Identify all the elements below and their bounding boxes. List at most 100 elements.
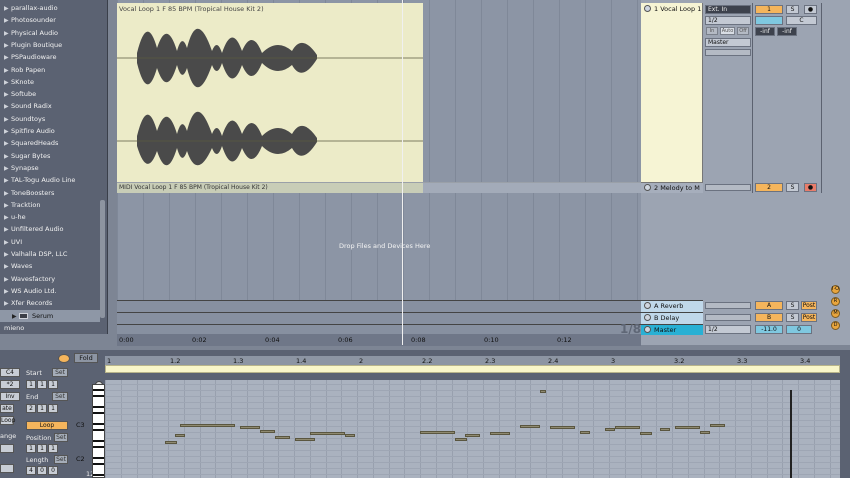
browser-item[interactable]: ▶ Synapse: [0, 162, 100, 174]
midi-note[interactable]: [295, 438, 315, 441]
browser-item[interactable]: ▶ WS Audio Ltd.: [0, 285, 100, 297]
track2-number[interactable]: 2: [755, 183, 783, 192]
end-sixteenth[interactable]: 1: [48, 404, 58, 413]
start-beat[interactable]: 1: [37, 380, 47, 389]
expand-icon[interactable]: ▶: [4, 237, 11, 248]
mixer-toggle[interactable]: M: [831, 309, 840, 318]
return-b-lane[interactable]: [117, 312, 641, 324]
delay-toggle[interactable]: D: [831, 321, 840, 330]
midi-note[interactable]: [345, 434, 355, 437]
io-toggle[interactable]: I·O: [831, 285, 840, 294]
midi-note[interactable]: [240, 426, 260, 429]
track2-lane[interactable]: [423, 182, 641, 193]
browser-item[interactable]: ▶ Sound Radix: [0, 100, 100, 112]
track2-title[interactable]: 2 Melody to M: [641, 184, 703, 192]
track1-solo[interactable]: S: [786, 5, 799, 14]
expand-icon[interactable]: ▶: [4, 151, 11, 162]
loop-end-marker[interactable]: [790, 390, 792, 478]
browser-scrollbar[interactable]: [100, 200, 105, 318]
browser-item[interactable]: ▶ SKnote: [0, 76, 100, 88]
return-b-io[interactable]: [705, 314, 751, 321]
position-sixteenth[interactable]: 1: [48, 444, 58, 453]
browser-item[interactable]: ▶ Soundtoys: [0, 113, 100, 125]
position-bar[interactable]: 1: [26, 444, 36, 453]
return-b-title[interactable]: B Delay: [641, 314, 703, 322]
browser-item[interactable]: ▶ PSPaudioware: [0, 51, 100, 63]
browser-item[interactable]: ▶ Tracktion: [0, 199, 100, 211]
browser-item[interactable]: ▶ Xfer Records: [0, 297, 100, 309]
start-set-button[interactable]: Set: [52, 368, 68, 377]
browser-item[interactable]: mieno: [0, 322, 100, 330]
browser-item[interactable]: ▶ u-he: [0, 211, 100, 223]
expand-icon[interactable]: ▶: [4, 224, 11, 235]
expand-icon[interactable]: ▶: [4, 65, 11, 76]
master-pan[interactable]: 0: [786, 325, 812, 334]
fold-button[interactable]: Fold: [74, 353, 98, 363]
master-title[interactable]: Master: [641, 326, 703, 334]
midi-note[interactable]: [310, 432, 345, 435]
play-icon[interactable]: [644, 326, 651, 333]
position-set-button[interactable]: Set: [54, 433, 68, 442]
master-channel[interactable]: 1/2: [705, 325, 751, 334]
midi-note[interactable]: [420, 431, 455, 434]
play-icon[interactable]: [644, 314, 651, 321]
midi-note[interactable]: [180, 424, 235, 427]
output-select[interactable]: Master: [705, 38, 751, 47]
expand-icon[interactable]: ▶: [4, 163, 11, 174]
return-b-post[interactable]: Post: [801, 313, 817, 322]
expand-icon[interactable]: ▶: [4, 114, 11, 125]
clip-activator[interactable]: [58, 354, 70, 363]
audio-clip[interactable]: [117, 3, 423, 182]
input-type-select[interactable]: Ext. In: [705, 5, 751, 14]
length-bar[interactable]: 4: [26, 466, 36, 475]
browser-item[interactable]: ▶ ToneBoosters: [0, 187, 100, 199]
midi-note[interactable]: [615, 426, 640, 429]
rate-label[interactable]: ate: [0, 404, 14, 413]
browser-item[interactable]: ▶ Unfiltered Audio: [0, 223, 100, 235]
expand-icon[interactable]: ▶: [12, 311, 19, 322]
piano-keys[interactable]: [92, 384, 105, 478]
end-set-button[interactable]: Set: [52, 392, 68, 401]
return-b-solo[interactable]: S: [786, 313, 799, 322]
expand-icon[interactable]: ▶: [4, 274, 11, 285]
piano-roll-ruler[interactable]: [105, 356, 840, 365]
position-beat[interactable]: 1: [37, 444, 47, 453]
expand-icon[interactable]: ▶: [4, 188, 11, 199]
track1-volume[interactable]: [755, 16, 783, 25]
expand-icon[interactable]: ▶: [4, 89, 11, 100]
midi-note[interactable]: [175, 434, 185, 437]
start-sixteenth[interactable]: 1: [48, 380, 58, 389]
midi-note[interactable]: [465, 434, 480, 437]
browser-item[interactable]: ▶ Physical Audio: [0, 27, 100, 39]
master-volume[interactable]: -11.0: [755, 325, 783, 334]
browser-item[interactable]: ▶ SquaredHeads: [0, 137, 100, 149]
midi-note[interactable]: [700, 431, 710, 434]
return-a-title[interactable]: A Reverb: [641, 302, 703, 310]
return-b-letter[interactable]: B: [755, 313, 783, 322]
length-sixteenth[interactable]: 0: [48, 466, 58, 475]
loop-label[interactable]: Loop: [0, 416, 15, 425]
expand-icon[interactable]: ▶: [4, 28, 11, 39]
return-a-letter[interactable]: A: [755, 301, 783, 310]
browser-item[interactable]: ▶ Softube: [0, 88, 100, 100]
track2-solo[interactable]: S: [786, 183, 799, 192]
drop-zone-text[interactable]: Drop Files and Devices Here: [339, 242, 430, 250]
loop-brace[interactable]: [105, 365, 840, 373]
midi-note[interactable]: [455, 438, 467, 441]
expand-icon[interactable]: ▶: [4, 77, 11, 88]
midi-note[interactable]: [540, 390, 546, 393]
browser-item[interactable]: ▶ Photosounder: [0, 14, 100, 26]
midi-note[interactable]: [550, 426, 575, 429]
midi-note[interactable]: [275, 436, 290, 439]
midi-note[interactable]: [605, 428, 615, 431]
track1-number[interactable]: 1: [755, 5, 783, 14]
input-channel-select[interactable]: 1/2: [705, 16, 751, 25]
return-a-io[interactable]: [705, 302, 751, 309]
browser-item[interactable]: ▶ Valhalla DSP, LLC: [0, 248, 100, 260]
end-bar[interactable]: 2: [26, 404, 36, 413]
master-lane[interactable]: [117, 324, 641, 334]
midi-note[interactable]: [660, 428, 670, 431]
inv-button[interactable]: Inv: [0, 392, 20, 401]
expand-icon[interactable]: ▶: [4, 200, 11, 211]
playhead[interactable]: [402, 0, 403, 345]
